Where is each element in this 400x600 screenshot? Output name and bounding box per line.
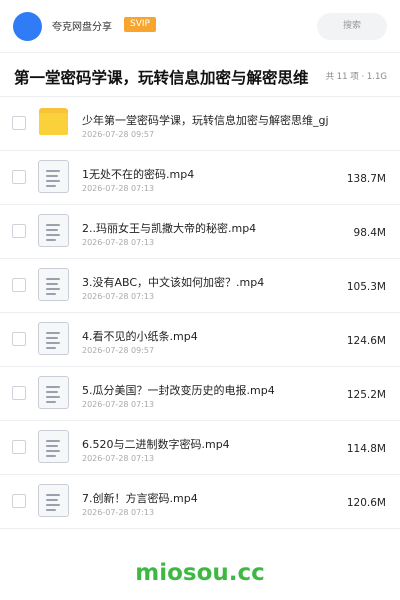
file-row[interactable]: 5.瓜分美国？一封改变历史的电报.mp4 2026-07-28 07:13 125.…: [0, 367, 400, 421]
item-name[interactable]: 2..玛丽女王与凯撒大帝的秘密.mp4: [82, 220, 256, 236]
item-name[interactable]: 4.看不见的小纸条.mp4: [82, 328, 198, 344]
video-file-icon: [38, 430, 69, 463]
item-date: 2026-07-28 07:13: [82, 400, 155, 409]
item-date: 2026-07-28 07:13: [82, 238, 155, 247]
item-size: 124.6M: [346, 335, 386, 347]
video-file-icon: [38, 214, 69, 247]
item-name[interactable]: 6.520与二进制数字密码.mp4: [82, 436, 230, 452]
item-size: 98.4M: [353, 227, 386, 239]
app-header: 夸克网盘分享 SVIP 搜索: [0, 0, 400, 52]
item-date: 2026-07-28 07:13: [82, 184, 155, 193]
file-row[interactable]: 2..玛丽女王与凯撒大帝的秘密.mp4 2026-07-28 07:13 98.4M: [0, 205, 400, 259]
item-summary: 共 11 项 · 1.1G: [325, 72, 387, 82]
row-checkbox[interactable]: [12, 170, 26, 184]
item-date: 2026-07-28 07:13: [82, 454, 155, 463]
video-file-icon: [38, 322, 69, 355]
file-row[interactable]: 1无处不在的密码.mp4 2026-07-28 07:13 138.7M: [0, 151, 400, 205]
file-row[interactable]: 7.创新！方言密码.mp4 2026-07-28 07:13 120.6M: [0, 475, 400, 529]
row-checkbox[interactable]: [12, 494, 26, 508]
item-date: 2026-07-28 07:13: [82, 292, 155, 301]
file-list: 少年第一堂密码学课，玩转信息加密与解密思维_gj 2026-07-28 09:57…: [0, 97, 400, 529]
page-title: 第一堂密码学课，玩转信息加密与解密思维: [14, 69, 309, 87]
video-file-icon: [38, 376, 69, 409]
folder-icon: [39, 108, 68, 135]
item-size: 114.8M: [346, 443, 386, 455]
row-checkbox[interactable]: [12, 224, 26, 238]
app-name: 夸克网盘分享: [52, 22, 112, 33]
item-date: 2026-07-28 09:57: [82, 346, 155, 355]
row-checkbox[interactable]: [12, 386, 26, 400]
item-name[interactable]: 3.没有ABC，中文该如何加密？.mp4: [82, 274, 264, 290]
row-checkbox[interactable]: [12, 116, 26, 130]
row-checkbox[interactable]: [12, 278, 26, 292]
item-size: 105.3M: [346, 281, 386, 293]
item-name[interactable]: 5.瓜分美国？一封改变历史的电报.mp4: [82, 382, 275, 398]
folder-title-row: 第一堂密码学课，玩转信息加密与解密思维 共 11 项 · 1.1G: [0, 53, 400, 97]
watermark: miosou.cc: [135, 560, 265, 586]
video-file-icon: [38, 484, 69, 517]
item-size: 125.2M: [346, 389, 386, 401]
item-size: 138.7M: [346, 173, 386, 185]
item-date: 2026-07-28 09:57: [82, 130, 155, 139]
file-row[interactable]: 4.看不见的小纸条.mp4 2026-07-28 09:57 124.6M: [0, 313, 400, 367]
avatar[interactable]: [13, 12, 42, 41]
file-row[interactable]: 3.没有ABC，中文该如何加密？.mp4 2026-07-28 07:13 105.…: [0, 259, 400, 313]
file-row[interactable]: 6.520与二进制数字密码.mp4 2026-07-28 07:13 114.8M: [0, 421, 400, 475]
item-size: 120.6M: [346, 497, 386, 509]
search-input[interactable]: 搜索: [317, 13, 387, 40]
video-file-icon: [38, 160, 69, 193]
item-name[interactable]: 少年第一堂密码学课，玩转信息加密与解密思维_gj: [82, 112, 329, 128]
item-date: 2026-07-28 07:13: [82, 508, 155, 517]
svip-badge: SVIP: [124, 17, 156, 32]
row-checkbox[interactable]: [12, 332, 26, 346]
item-name[interactable]: 1无处不在的密码.mp4: [82, 166, 194, 182]
folder-row[interactable]: 少年第一堂密码学课，玩转信息加密与解密思维_gj 2026-07-28 09:57: [0, 97, 400, 151]
row-checkbox[interactable]: [12, 440, 26, 454]
item-name[interactable]: 7.创新！方言密码.mp4: [82, 490, 198, 506]
video-file-icon: [38, 268, 69, 301]
